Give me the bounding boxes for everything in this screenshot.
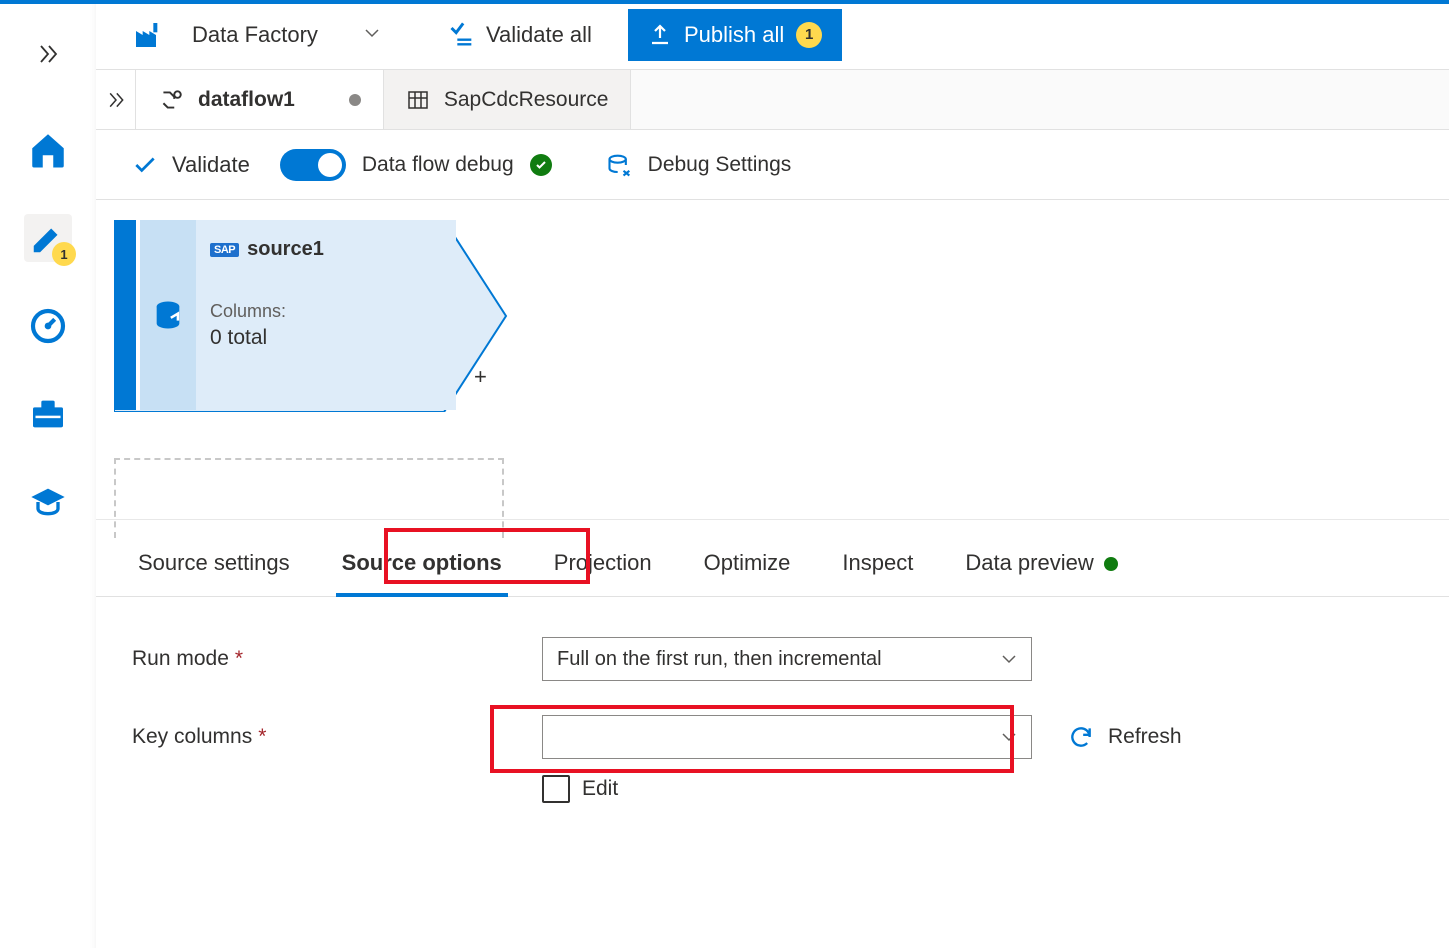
nav-manage[interactable]	[24, 390, 72, 438]
expand-pane-button[interactable]	[96, 70, 136, 129]
table-icon	[406, 88, 430, 112]
nav-home[interactable]	[24, 126, 72, 174]
columns-label: Columns:	[210, 301, 442, 322]
chevron-right-double-icon	[36, 42, 60, 66]
panel-tab-source-options[interactable]: Source options	[336, 540, 508, 596]
gauge-icon	[28, 306, 68, 346]
publish-count-badge: 1	[796, 22, 822, 48]
tab-dataflow1[interactable]: dataflow1	[136, 70, 383, 129]
tab-sapcdcresource[interactable]: SapCdcResource	[384, 70, 631, 129]
key-columns-label: Key columns*	[132, 725, 542, 749]
panel-tab-optimize[interactable]: Optimize	[698, 540, 797, 596]
columns-total: 0 total	[210, 326, 442, 350]
edit-badge: 1	[52, 242, 76, 266]
sap-badge-icon: SAP	[210, 243, 239, 257]
debug-settings-button[interactable]: Debug Settings	[606, 151, 792, 179]
validate-label: Validate	[172, 152, 250, 178]
nav-learn[interactable]	[24, 478, 72, 526]
node-handle[interactable]	[114, 220, 140, 410]
run-mode-value: Full on the first run, then incremental	[557, 648, 882, 671]
bottom-panel: Source settings Source options Projectio…	[96, 520, 1449, 843]
app-chevron[interactable]	[364, 25, 380, 44]
graduation-cap-icon	[28, 482, 68, 522]
checklist-icon	[448, 21, 476, 49]
debug-status-ok-icon	[530, 154, 552, 176]
factory-icon	[132, 19, 164, 51]
app-name: Data Factory	[192, 22, 318, 48]
tab-label: SapCdcResource	[444, 88, 609, 112]
source-node[interactable]: SAP source1 Columns: 0 total	[114, 220, 494, 410]
dataflow-toolbar: Validate Data flow debug Debug Settings	[96, 130, 1449, 200]
toolbox-icon	[28, 394, 68, 434]
editor-tabs: dataflow1 SapCdcResource	[96, 70, 1449, 130]
header-bar: Data Factory Validate all Publish all 1	[96, 0, 1449, 70]
left-nav: 1	[0, 0, 96, 948]
key-columns-select[interactable]	[542, 715, 1032, 759]
run-mode-label: Run mode*	[132, 647, 542, 671]
nav-edit[interactable]: 1	[24, 214, 72, 262]
edit-label: Edit	[582, 777, 618, 801]
top-accent-bar	[0, 0, 1449, 4]
chevron-down-icon	[1001, 651, 1017, 667]
upload-icon	[648, 23, 672, 47]
run-mode-select[interactable]: Full on the first run, then incremental	[542, 637, 1032, 681]
collapse-nav-button[interactable]	[24, 30, 72, 78]
panel-tab-data-preview[interactable]: Data preview	[959, 540, 1123, 596]
dataflow-canvas[interactable]: SAP source1 Columns: 0 total +	[96, 200, 1449, 520]
home-icon	[27, 129, 69, 171]
panel-tabs: Source settings Source options Projectio…	[96, 520, 1449, 597]
validate-all-button[interactable]: Validate all	[448, 21, 592, 49]
nav-monitor[interactable]	[24, 302, 72, 350]
main-area: Data Factory Validate all Publish all 1 …	[96, 0, 1449, 948]
source-name: source1	[247, 238, 324, 261]
preview-status-dot-icon	[1104, 557, 1118, 571]
add-step-button[interactable]: +	[474, 364, 487, 390]
debug-toggle-group: Data flow debug	[280, 149, 552, 181]
refresh-button[interactable]: Refresh	[1068, 724, 1182, 750]
dataflow-icon	[158, 87, 184, 113]
debug-toggle[interactable]	[280, 149, 346, 181]
publish-all-button[interactable]: Publish all 1	[628, 9, 842, 61]
refresh-label: Refresh	[1108, 725, 1182, 749]
refresh-icon	[1068, 724, 1094, 750]
check-icon	[132, 152, 158, 178]
node-content: SAP source1 Columns: 0 total	[196, 220, 456, 410]
panel-tab-projection[interactable]: Projection	[548, 540, 658, 596]
unsaved-dot-icon	[349, 94, 361, 106]
publish-label: Publish all	[684, 22, 784, 48]
edit-checkbox[interactable]	[542, 775, 570, 803]
source-options-form: Run mode* Full on the first run, then in…	[96, 597, 1449, 843]
debug-settings-label: Debug Settings	[648, 153, 792, 177]
validate-all-label: Validate all	[486, 22, 592, 48]
tab-label: dataflow1	[198, 88, 295, 112]
debug-label: Data flow debug	[362, 153, 514, 177]
chevron-down-icon	[1001, 729, 1017, 745]
debug-settings-icon	[606, 151, 634, 179]
database-icon	[151, 298, 185, 332]
chevron-down-icon	[364, 25, 380, 41]
validate-button[interactable]: Validate	[132, 152, 250, 178]
node-type-strip	[140, 220, 196, 410]
panel-tab-inspect[interactable]: Inspect	[836, 540, 919, 596]
panel-tab-source-settings[interactable]: Source settings	[132, 540, 296, 596]
chevron-right-double-icon	[106, 90, 126, 110]
